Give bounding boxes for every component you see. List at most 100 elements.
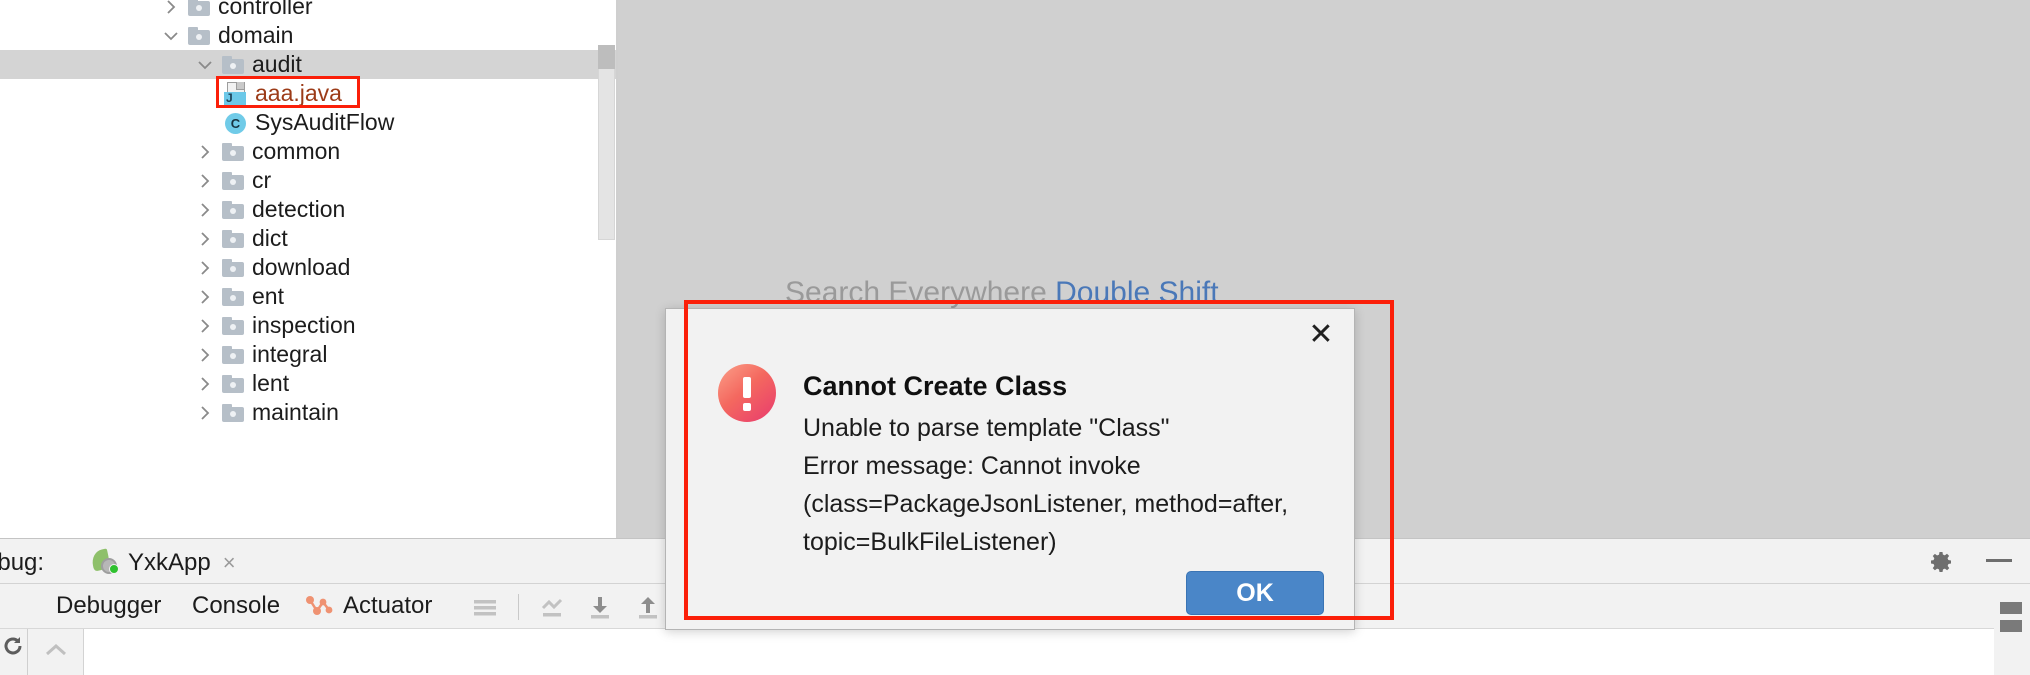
tab-debugger[interactable]: Debugger (50, 584, 167, 628)
tree-row-label: controller (218, 0, 313, 19)
folder-icon (222, 258, 244, 277)
console-output-area[interactable] (84, 629, 2030, 675)
tree-row[interactable]: audit (0, 50, 618, 79)
tree-row[interactable]: common (0, 137, 618, 166)
soft-wrap-icon[interactable] (470, 592, 500, 622)
chevron-down-icon[interactable] (196, 56, 214, 74)
chevron-right-icon[interactable] (196, 143, 214, 161)
chevron-right-icon[interactable] (196, 404, 214, 422)
folder-icon (222, 403, 244, 422)
error-exclamation-icon (718, 364, 776, 422)
tree-row-label: integral (252, 341, 328, 367)
close-icon[interactable]: × (223, 552, 236, 574)
chevron-right-icon[interactable] (196, 346, 214, 364)
tree-row[interactable]: download (0, 253, 618, 282)
chevron-down-icon[interactable] (162, 27, 180, 45)
tree-row[interactable]: inspection (0, 311, 618, 340)
tree-row-label: dict (252, 225, 288, 251)
actuator-icon (304, 593, 336, 619)
tree-row[interactable]: ent (0, 282, 618, 311)
chevron-right-icon[interactable] (196, 375, 214, 393)
toolbar-separator (518, 593, 519, 620)
export-down-icon[interactable] (585, 592, 615, 622)
chevron-right-icon[interactable] (196, 288, 214, 306)
tree-row-label: detection (252, 196, 346, 222)
stack-up-icon[interactable] (44, 641, 68, 661)
project-tree-panel[interactable]: controller domain audit Jaaa.java C SysAuditF… (0, 0, 618, 538)
tree-row[interactable]: detection (0, 195, 618, 224)
folder-icon (222, 142, 244, 161)
minimize-icon[interactable] (1986, 559, 2012, 562)
tree-row[interactable]: integral (0, 340, 618, 369)
debug-stack-strip (28, 629, 84, 675)
run-configuration-tab[interactable]: YxkApp × (82, 541, 246, 589)
project-tree-scrollbar-thumb[interactable] (598, 45, 615, 69)
chevron-right-icon[interactable] (196, 317, 214, 335)
spring-boot-icon (90, 548, 122, 576)
folder-icon (222, 55, 244, 74)
tree-row[interactable]: maintain (0, 398, 618, 427)
search-everywhere-hint-text: Search Everywhere (785, 276, 1047, 309)
chevron-right-icon[interactable] (196, 201, 214, 219)
folder-icon (222, 171, 244, 190)
java-file-icon: J (224, 81, 248, 106)
scroll-to-end-icon[interactable] (537, 592, 567, 622)
folder-icon (222, 229, 244, 248)
cannot-create-class-dialog[interactable]: ✕ Cannot Create Class Unable to parse te… (665, 308, 1355, 630)
tree-row[interactable]: Jaaa.java (0, 79, 618, 108)
tree-row-label: common (252, 138, 341, 164)
tab-actuator-label: Actuator (343, 592, 433, 619)
tree-row-label: inspection (252, 312, 356, 338)
tree-row[interactable]: controller (0, 0, 618, 21)
tree-row[interactable]: C SysAuditFlow (0, 108, 618, 137)
dialog-title: Cannot Create Class (803, 371, 1068, 401)
chevron-right-icon[interactable] (162, 0, 180, 16)
run-configuration-name: YxkApp (128, 549, 211, 576)
tree-row[interactable]: lent (0, 369, 618, 398)
dialog-message: Unable to parse template "Class" Error me… (803, 409, 1323, 561)
folder-icon (222, 200, 244, 219)
tree-row-label: download (252, 254, 351, 280)
rail-block-bottom[interactable] (2000, 620, 2022, 632)
chevron-placeholder (198, 114, 216, 132)
chevron-right-icon[interactable] (196, 230, 214, 248)
tree-row[interactable]: cr (0, 166, 618, 195)
import-up-icon[interactable] (633, 592, 663, 622)
gear-icon[interactable] (1926, 547, 1956, 577)
project-tree-right-border (616, 0, 618, 538)
debug-label: ebug: (0, 549, 45, 576)
tab-debugger-label: Debugger (56, 592, 162, 619)
folder-icon (188, 0, 210, 16)
tree-row-label: SysAuditFlow (255, 109, 395, 135)
tree-row-label: domain (218, 22, 294, 48)
project-tree-scrollbar-track[interactable] (598, 45, 615, 240)
tab-actuator[interactable]: Actuator (298, 584, 438, 628)
chevron-right-icon[interactable] (196, 259, 214, 277)
debug-right-rail (1994, 584, 2030, 675)
tree-row-label: maintain (252, 399, 339, 425)
folder-icon (188, 26, 210, 45)
chevron-placeholder (198, 85, 216, 103)
folder-icon (222, 316, 244, 335)
tree-row[interactable]: dict (0, 224, 618, 253)
folder-icon (222, 374, 244, 393)
search-everywhere-hint: Search Everywhere Double Shift (785, 276, 1219, 310)
rail-block-top[interactable] (2000, 602, 2022, 614)
rerun-icon[interactable] (3, 636, 23, 656)
dialog-message-line: Error message: Cannot invoke (803, 452, 1141, 480)
search-everywhere-shortcut: Double Shift (1055, 276, 1219, 309)
folder-icon (222, 287, 244, 306)
ok-button[interactable]: OK (1186, 571, 1324, 615)
dialog-message-line: (class=PackageJsonListener, method=after… (803, 490, 1289, 518)
dialog-message-line: topic=BulkFileListener) (803, 528, 1057, 556)
close-icon[interactable]: ✕ (1303, 317, 1339, 353)
tab-console[interactable]: Console (186, 584, 287, 632)
chevron-right-icon[interactable] (196, 172, 214, 190)
tree-row-label: ent (252, 283, 284, 309)
tree-row-label: cr (252, 167, 272, 193)
tree-row-label: audit (252, 51, 302, 77)
tree-row-label: aaa.java (255, 80, 342, 106)
console-toolbar (470, 584, 663, 629)
folder-icon (222, 345, 244, 364)
tree-row[interactable]: domain (0, 21, 618, 50)
